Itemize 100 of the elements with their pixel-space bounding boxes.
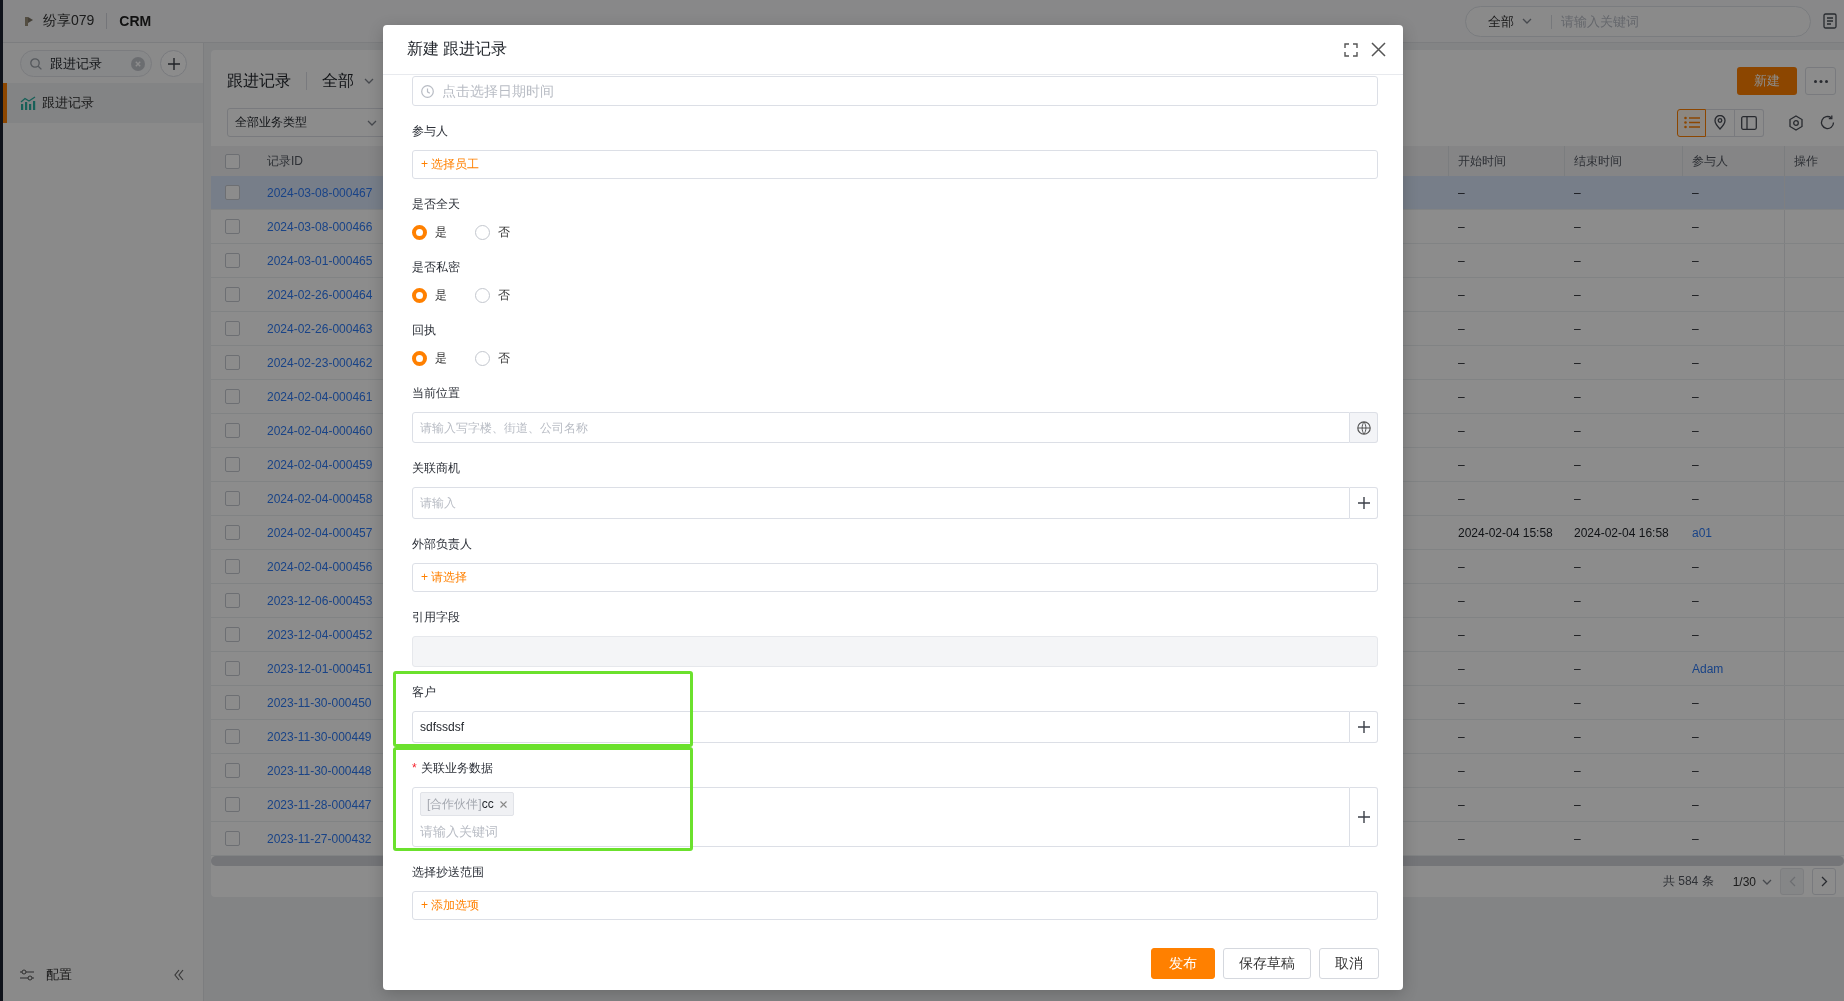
row-checkbox[interactable]	[225, 525, 240, 540]
record-id-link[interactable]: 2024-02-04-000457	[267, 525, 373, 540]
next-page-button[interactable]	[1812, 868, 1836, 895]
row-checkbox[interactable]	[225, 219, 240, 234]
keyword-input[interactable]: 请输入关键词	[420, 820, 1342, 842]
fullscreen-icon[interactable]	[1344, 42, 1358, 57]
add-button[interactable]	[1350, 787, 1378, 847]
record-id-link[interactable]: 2023-11-28-000447	[267, 797, 372, 812]
org-name: 纷享079	[43, 12, 95, 30]
radio-button[interactable]	[412, 287, 427, 303]
row-checkbox[interactable]	[225, 321, 240, 336]
record-id-link[interactable]: 2024-03-01-000465	[267, 253, 373, 268]
radio-button[interactable]	[412, 224, 427, 240]
panel-icon	[1741, 115, 1757, 130]
datetime-field[interactable]: 点击选择日期时间	[412, 76, 1378, 106]
radio-button[interactable]	[475, 350, 490, 366]
view-mode-button[interactable]	[1677, 108, 1706, 137]
more-button[interactable]	[1805, 67, 1836, 95]
record-id-link[interactable]: 2023-12-06-000453	[267, 593, 373, 608]
row-checkbox[interactable]	[225, 389, 240, 404]
globe-icon	[1356, 420, 1371, 435]
nav-item[interactable]: 跟进记录	[3, 83, 203, 123]
new-button[interactable]: 新建	[1737, 67, 1797, 95]
secondary-button[interactable]: 取消	[1319, 948, 1379, 979]
option-label: 否	[498, 349, 510, 367]
scope-dropdown[interactable]: 全部	[322, 70, 374, 92]
lookup-field[interactable]: 请输入	[412, 487, 1350, 519]
row-checkbox[interactable]	[225, 491, 240, 506]
close-icon[interactable]	[1371, 42, 1386, 57]
search-field[interactable]: 跟进记录	[20, 50, 152, 77]
row-checkbox[interactable]	[225, 253, 240, 268]
record-id-link[interactable]: 2024-03-08-000466	[267, 219, 373, 234]
radio-button[interactable]	[475, 287, 490, 303]
row-checkbox[interactable]	[225, 661, 240, 676]
table-cell: –	[1692, 185, 1699, 200]
picker-field[interactable]: + 选择员工	[412, 150, 1378, 179]
table-cell: –	[1458, 559, 1465, 574]
record-id-link[interactable]: 2023-11-27-000432	[267, 831, 372, 846]
page-dropdown[interactable]: 1/30	[1732, 874, 1772, 889]
row-checkbox[interactable]	[225, 559, 240, 574]
option-label: 是	[435, 223, 447, 241]
row-checkbox[interactable]	[225, 457, 240, 472]
record-id-link[interactable]: 2024-02-23-000462	[267, 355, 373, 370]
radio-button[interactable]	[475, 224, 490, 240]
table-cell: –	[1692, 831, 1699, 846]
row-checkbox[interactable]	[225, 797, 240, 812]
scope-dropdown[interactable]: 全部	[1488, 13, 1532, 29]
row-checkbox[interactable]	[225, 627, 240, 642]
row-checkbox[interactable]	[225, 593, 240, 608]
tag-chip[interactable]: [合作伙伴]cc	[420, 792, 514, 816]
tag-input-field[interactable]: [合作伙伴]cc 请输入关键词	[412, 787, 1350, 847]
record-id-link[interactable]: 2023-12-01-000451	[267, 661, 373, 676]
row-checkbox[interactable]	[225, 831, 240, 846]
location-field[interactable]: 请输入写字楼、街道、公司名称	[412, 412, 1350, 443]
select-all-checkbox[interactable]	[225, 153, 240, 169]
record-id-link[interactable]: 2023-11-30-000448	[267, 763, 372, 778]
radio-button[interactable]	[412, 350, 427, 366]
remove-icon[interactable]	[499, 800, 507, 808]
settings-icon[interactable]	[1788, 114, 1804, 131]
participant-link[interactable]: Adam	[1692, 661, 1724, 676]
record-id-link[interactable]: 2023-11-30-000450	[267, 695, 372, 710]
row-checkbox[interactable]	[225, 695, 240, 710]
page-title: 跟进记录	[227, 70, 291, 91]
row-checkbox[interactable]	[225, 287, 240, 302]
row-checkbox[interactable]	[225, 763, 240, 778]
table-cell: –	[1574, 389, 1581, 404]
record-id-link[interactable]: 2024-02-26-000464	[267, 287, 373, 302]
document-icon[interactable]	[1823, 13, 1837, 29]
row-checkbox[interactable]	[225, 355, 240, 370]
row-checkbox[interactable]	[225, 423, 240, 438]
add-button[interactable]	[160, 50, 187, 77]
record-id-link[interactable]: 2023-12-04-000452	[267, 627, 373, 642]
table-cell: –	[1458, 695, 1465, 710]
lookup-field[interactable]: sdfssdsf	[412, 711, 1350, 743]
record-id-link[interactable]: 2024-03-08-000467	[267, 185, 373, 200]
table-cell: –	[1692, 423, 1699, 438]
refresh-icon[interactable]	[1820, 115, 1835, 130]
row-checkbox[interactable]	[225, 729, 240, 744]
collapse-icon[interactable]	[174, 969, 184, 981]
record-id-link[interactable]: 2024-02-26-000463	[267, 321, 373, 336]
config-button[interactable]: 配置	[20, 966, 72, 984]
clear-icon[interactable]	[131, 57, 145, 71]
secondary-button[interactable]: 保存草稿	[1223, 948, 1311, 979]
record-id-link[interactable]: 2024-02-04-000459	[267, 457, 373, 472]
participant-link[interactable]: a01	[1692, 525, 1713, 540]
row-checkbox[interactable]	[225, 185, 240, 200]
record-id-link[interactable]: 2023-11-30-000449	[267, 729, 372, 744]
locate-button[interactable]	[1350, 412, 1378, 443]
record-id-link[interactable]: 2024-02-04-000460	[267, 423, 373, 438]
picker-field[interactable]: + 添加选项	[412, 891, 1378, 920]
add-button[interactable]	[1350, 711, 1378, 743]
primary-button[interactable]: 发布	[1151, 948, 1215, 979]
list-icon	[1683, 116, 1700, 129]
table-cell: –	[1692, 355, 1699, 370]
record-id-link[interactable]: 2024-02-04-000461	[267, 389, 373, 404]
chevron-down-icon	[1762, 878, 1772, 885]
add-button[interactable]	[1350, 487, 1378, 519]
record-id-link[interactable]: 2024-02-04-000456	[267, 559, 373, 574]
record-id-link[interactable]: 2024-02-04-000458	[267, 491, 373, 506]
picker-field[interactable]: + 请选择	[412, 563, 1378, 592]
